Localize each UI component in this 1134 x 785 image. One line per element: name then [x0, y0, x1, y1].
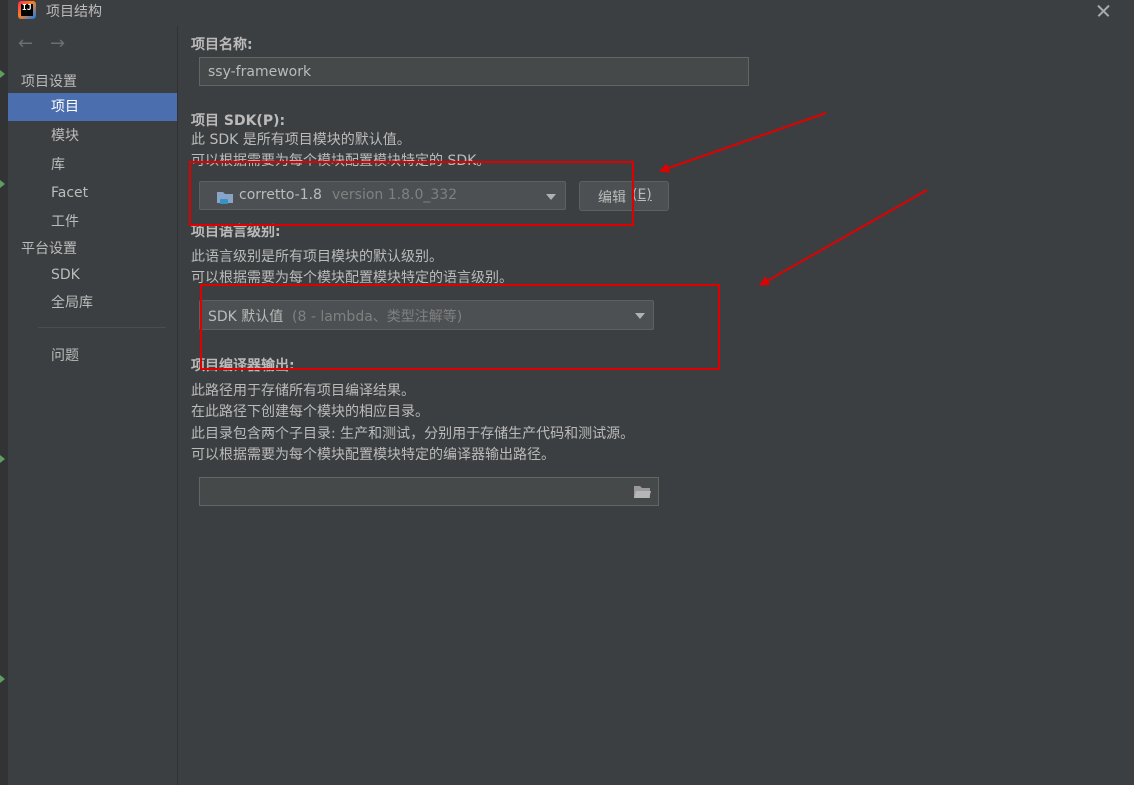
annotation-arrow-language-level: [759, 189, 928, 286]
annotation-arrow-sdk: [659, 112, 827, 173]
annotation-arrows: [659, 112, 928, 286]
